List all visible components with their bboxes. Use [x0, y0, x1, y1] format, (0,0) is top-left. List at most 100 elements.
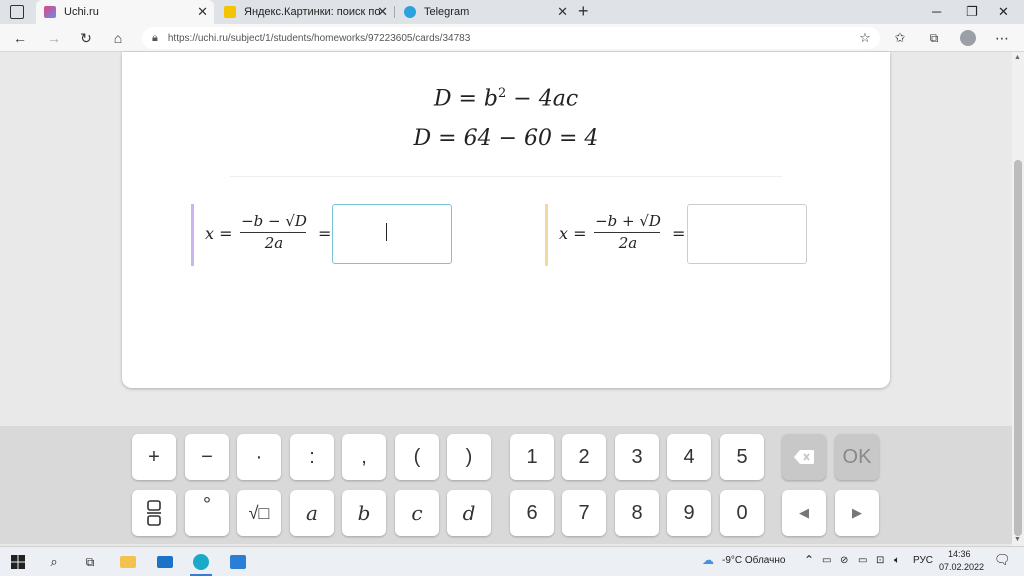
root1-prefix: x = [205, 224, 233, 243]
home-icon[interactable]: ⌂ [108, 28, 128, 48]
windows-taskbar: ⌕ ⧉ ☁ -9°C Облачно ⌃ ▭ ⊘ ▭ ⊡ 🔈︎ РУС 14:3… [0, 546, 1024, 576]
key-plus[interactable]: + [132, 434, 176, 480]
refresh-icon[interactable]: ↻ [76, 28, 96, 48]
key-0[interactable]: 0 [720, 490, 764, 536]
key-8[interactable]: 8 [615, 490, 659, 536]
key-open-paren[interactable]: ( [395, 434, 439, 480]
edge-browser-icon[interactable] [193, 554, 209, 570]
lock-icon: 🔒︎ [152, 31, 158, 44]
battery-icon[interactable]: ▭ [858, 555, 867, 566]
task-view-icon[interactable]: ⧉ [82, 554, 98, 570]
key-fraction[interactable] [132, 490, 176, 536]
root1-fraction-line [240, 232, 306, 233]
key-minus[interactable]: − [185, 434, 229, 480]
key-close-paren[interactable]: ) [447, 434, 491, 480]
forward-icon[interactable]: → [44, 28, 64, 48]
scroll-down-icon[interactable]: ▼ [1014, 536, 1021, 543]
profile-avatar[interactable] [958, 28, 978, 48]
key-left-arrow[interactable]: ◀ [782, 490, 826, 536]
key-2[interactable]: 2 [562, 434, 606, 480]
key-comma[interactable]: , [342, 434, 386, 480]
root1-denominator: 2a [264, 234, 284, 252]
math-keyboard: + − · : , ( ) 1 2 3 4 5 OK ° √□ a b c d … [0, 426, 1012, 544]
url-text: https://uchi.ru/subject/1/students/homew… [167, 32, 471, 44]
minimize-icon[interactable]: ─ [932, 4, 941, 19]
root1-accent-bar [191, 204, 194, 266]
root1-equals: = [318, 224, 332, 243]
tab-bar: Uchi.ru ✕ Яндекс.Картинки: поиск по изо … [0, 0, 1024, 24]
favorite-add-icon[interactable]: ☆ [855, 28, 875, 48]
tab-actions-icon[interactable] [10, 5, 24, 19]
more-options-icon[interactable]: ⋯ [992, 28, 1012, 48]
key-6[interactable]: 6 [510, 490, 554, 536]
collections-icon[interactable]: ⧉ [924, 28, 944, 48]
new-tab-button[interactable]: + [578, 1, 589, 22]
key-9[interactable]: 9 [667, 490, 711, 536]
clock-time[interactable]: 14:36 [948, 549, 971, 559]
key-c[interactable]: c [395, 490, 439, 536]
tab-yandex[interactable]: Яндекс.Картинки: поиск по изо ✕ [216, 0, 395, 24]
yandex-images-favicon-icon [224, 6, 236, 18]
file-explorer-icon[interactable] [120, 554, 136, 570]
telegram-favicon-icon [404, 6, 416, 18]
key-multiply[interactable]: · [237, 434, 281, 480]
tab-title: Uchi.ru [64, 6, 99, 18]
task-card: D = b2 − 4ac D = 64 − 60 = 4 x = −b − √D… [122, 52, 890, 388]
close-tab-icon[interactable]: ✕ [377, 4, 388, 20]
search-icon[interactable]: ⌕ [46, 554, 62, 570]
root2-answer-input[interactable] [687, 204, 807, 264]
tab-uchi[interactable]: Uchi.ru ✕ [36, 0, 214, 24]
discriminant-value: D = 64 − 60 = 4 [413, 126, 599, 151]
url-field[interactable]: 🔒︎ https://uchi.ru/subject/1/students/ho… [142, 27, 880, 49]
mail-icon[interactable] [157, 554, 173, 570]
root1-answer-input[interactable] [332, 204, 452, 264]
key-4[interactable]: 4 [667, 434, 711, 480]
root2-prefix: x = [559, 224, 587, 243]
key-b[interactable]: b [342, 490, 386, 536]
show-hidden-icons-icon[interactable]: ⌃ [804, 553, 814, 567]
key-divide[interactable]: : [290, 434, 334, 480]
language-indicator[interactable]: РУС [913, 555, 933, 566]
key-3[interactable]: 3 [615, 434, 659, 480]
scrollbar-thumb[interactable] [1014, 160, 1022, 536]
store-icon[interactable] [230, 554, 246, 570]
key-ok[interactable]: OK [835, 434, 879, 480]
fraction-icon [147, 500, 161, 526]
key-backspace[interactable] [782, 434, 826, 480]
tab-telegram[interactable]: Telegram ✕ [396, 0, 574, 24]
weather-text[interactable]: -9°C Облачно [722, 555, 785, 566]
notifications-icon[interactable]: 🗨︎ [994, 552, 1011, 568]
app-tray-icon[interactable]: ⊘ [840, 555, 848, 566]
root2-accent-bar [545, 204, 548, 266]
key-right-arrow[interactable]: ▶ [835, 490, 879, 536]
root2-equals: = [672, 224, 686, 243]
weather-icon[interactable]: ☁ [702, 553, 714, 567]
key-5[interactable]: 5 [720, 434, 764, 480]
backspace-icon [794, 450, 814, 464]
text-cursor [386, 223, 387, 241]
address-bar: ← → ↻ ⌂ 🔒︎ https://uchi.ru/subject/1/stu… [0, 24, 1024, 52]
restore-icon[interactable]: ❐ [966, 4, 978, 20]
divider [230, 176, 782, 177]
favorites-icon[interactable]: ✩ [890, 28, 910, 48]
key-7[interactable]: 7 [562, 490, 606, 536]
close-tab-icon[interactable]: ✕ [557, 4, 568, 20]
windows-start-icon[interactable] [10, 554, 26, 570]
key-a[interactable]: a [290, 490, 334, 536]
uchi-favicon-icon [44, 6, 56, 18]
meet-now-icon[interactable]: ▭ [822, 555, 831, 566]
key-degree[interactable]: ° [185, 490, 229, 536]
back-icon[interactable]: ← [10, 28, 30, 48]
key-1[interactable]: 1 [510, 434, 554, 480]
clock-date[interactable]: 07.02.2022 [939, 562, 984, 572]
volume-icon[interactable]: 🔈︎ [894, 555, 900, 566]
scroll-up-icon[interactable]: ▲ [1014, 54, 1021, 61]
network-icon[interactable]: ⊡ [876, 555, 884, 566]
root2-fraction-line [594, 232, 660, 233]
root2-denominator: 2a [618, 234, 638, 252]
close-tab-icon[interactable]: ✕ [197, 4, 208, 20]
key-d[interactable]: d [447, 490, 491, 536]
discriminant-formula: D = b2 − 4ac [433, 86, 579, 112]
key-sqrt[interactable]: √□ [237, 490, 281, 536]
close-window-icon[interactable]: ✕ [998, 4, 1009, 20]
